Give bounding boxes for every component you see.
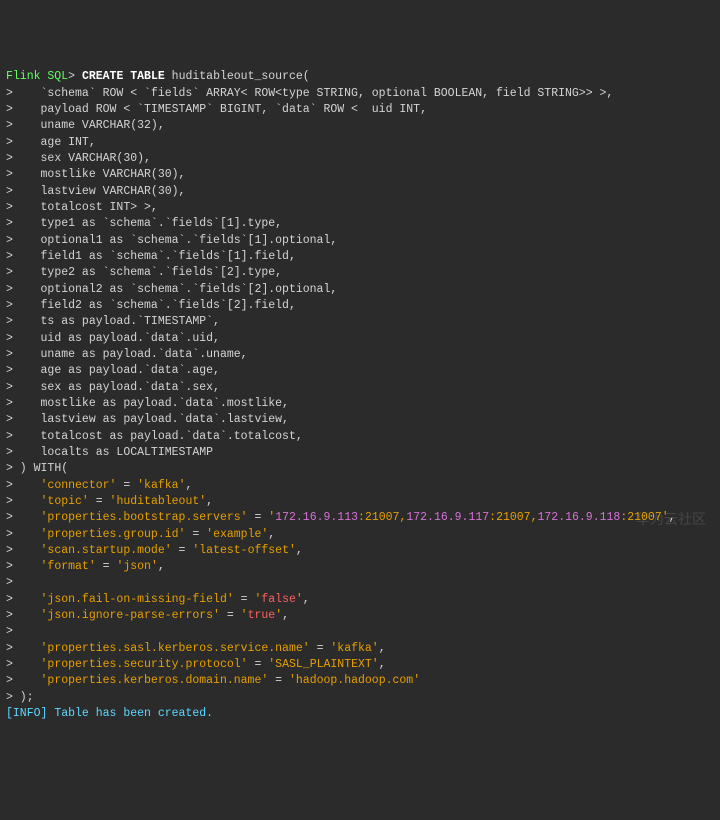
continuation-line[interactable]: > 'scan.startup.mode' = 'latest-offset',	[6, 543, 714, 559]
continuation-line[interactable]: > );	[6, 690, 714, 706]
continuation-line[interactable]: > field2 as `schema`.`fields`[2].field,	[6, 298, 714, 314]
continuation-line[interactable]: >	[6, 624, 714, 640]
continuation-line[interactable]: > optional2 as `schema`.`fields`[2].opti…	[6, 282, 714, 298]
info-line: [INFO] Table has been created.	[6, 706, 714, 722]
continuation-line[interactable]: > 'topic' = 'huditableout',	[6, 494, 714, 510]
continuation-line[interactable]: > lastview VARCHAR(30),	[6, 184, 714, 200]
continuation-line[interactable]: > totalcost INT> >,	[6, 200, 714, 216]
terminal-output: Flink SQL> CREATE TABLE huditableout_sou…	[6, 69, 714, 722]
continuation-line[interactable]: > localts as LOCALTIMESTAMP	[6, 445, 714, 461]
continuation-line[interactable]: > 'json.ignore-parse-errors' = 'true',	[6, 608, 714, 624]
continuation-line[interactable]: > type2 as `schema`.`fields`[2].type,	[6, 265, 714, 281]
continuation-line[interactable]: > 'format' = 'json',	[6, 559, 714, 575]
continuation-line[interactable]: > payload ROW < `TIMESTAMP` BIGINT, `dat…	[6, 102, 714, 118]
continuation-line[interactable]: > mostlike VARCHAR(30),	[6, 167, 714, 183]
continuation-line[interactable]: > uname VARCHAR(32),	[6, 118, 714, 134]
continuation-line[interactable]: > ts as payload.`TIMESTAMP`,	[6, 314, 714, 330]
continuation-line[interactable]: > sex as payload.`data`.sex,	[6, 380, 714, 396]
continuation-line[interactable]: > 'properties.sasl.kerberos.service.name…	[6, 641, 714, 657]
continuation-line[interactable]: > mostlike as payload.`data`.mostlike,	[6, 396, 714, 412]
continuation-line[interactable]: > 'properties.kerberos.domain.name' = 'h…	[6, 673, 714, 689]
prompt-line[interactable]: Flink SQL> CREATE TABLE huditableout_sou…	[6, 69, 714, 85]
continuation-line[interactable]: > type1 as `schema`.`fields`[1].type,	[6, 216, 714, 232]
continuation-line[interactable]: > lastview as payload.`data`.lastview,	[6, 412, 714, 428]
continuation-line[interactable]: > optional1 as `schema`.`fields`[1].opti…	[6, 233, 714, 249]
continuation-line[interactable]: > uid as payload.`data`.uid,	[6, 331, 714, 347]
continuation-line[interactable]: > ) WITH(	[6, 461, 714, 477]
continuation-line[interactable]: > totalcost as payload.`data`.totalcost,	[6, 429, 714, 445]
continuation-line[interactable]: > 'properties.security.protocol' = 'SASL…	[6, 657, 714, 673]
continuation-line[interactable]: > age as payload.`data`.age,	[6, 363, 714, 379]
continuation-line[interactable]: > age INT,	[6, 135, 714, 151]
continuation-line[interactable]: > 'connector' = 'kafka',	[6, 478, 714, 494]
continuation-line[interactable]: >	[6, 575, 714, 591]
continuation-line[interactable]: > uname as payload.`data`.uname,	[6, 347, 714, 363]
continuation-line[interactable]: > sex VARCHAR(30),	[6, 151, 714, 167]
continuation-line[interactable]: > field1 as `schema`.`fields`[1].field,	[6, 249, 714, 265]
continuation-line[interactable]: > 'json.fail-on-missing-field' = 'false'…	[6, 592, 714, 608]
continuation-line[interactable]: > 'properties.group.id' = 'example',	[6, 527, 714, 543]
continuation-line[interactable]: > 'properties.bootstrap.servers' = '172.…	[6, 510, 714, 526]
continuation-line[interactable]: > `schema` ROW < `fields` ARRAY< ROW<typ…	[6, 86, 714, 102]
